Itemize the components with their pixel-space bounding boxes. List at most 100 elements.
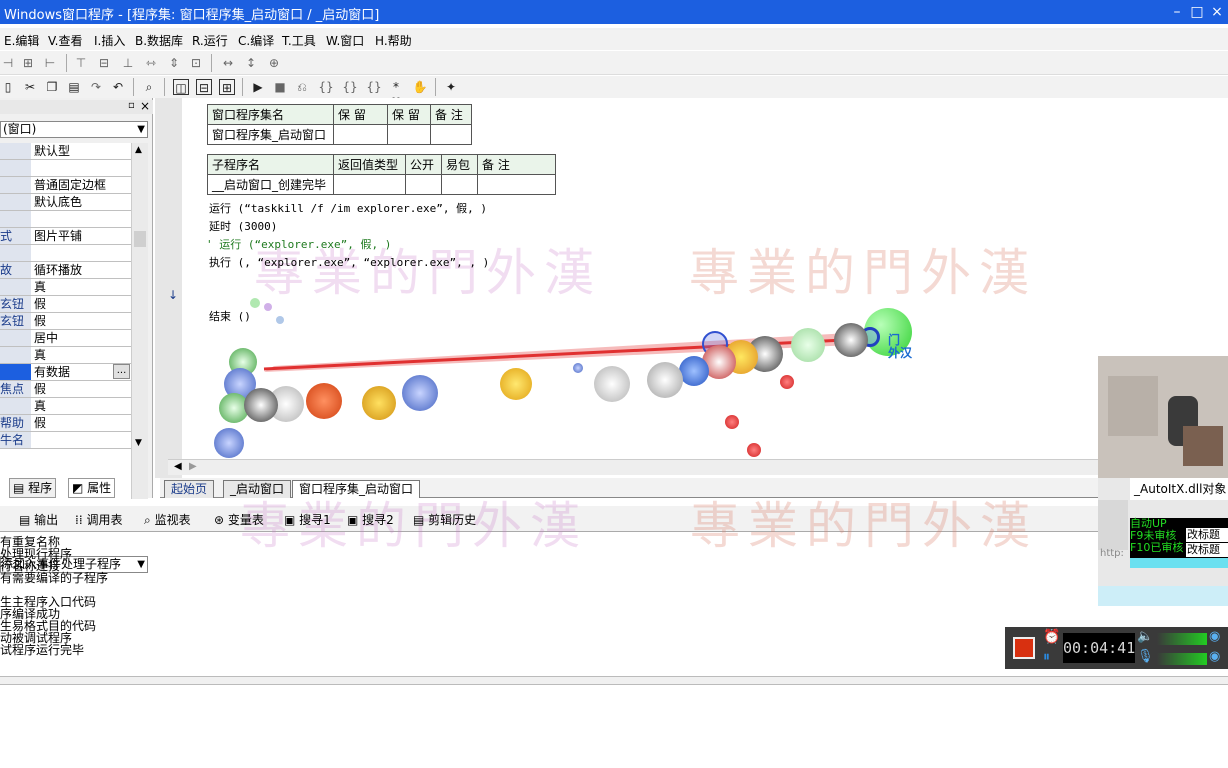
tab-properties[interactable]: ◩ 属性 xyxy=(68,478,116,498)
menu-view[interactable]: V.查看 xyxy=(48,32,82,49)
property-row-selected[interactable]: 有数据... xyxy=(0,364,131,381)
scroll-left-icon[interactable]: ◀ xyxy=(174,461,182,472)
rename-title-button[interactable]: 改标题 xyxy=(1186,543,1228,557)
code-editor[interactable]: 專業的門外漢 專業的門外漢 窗口程序集名 保 留 保 留 备 注 窗口程序集_启… xyxy=(184,98,1098,458)
tab-output[interactable]: ▤ 输出 xyxy=(19,511,58,528)
step-into-icon[interactable]: {} xyxy=(318,79,334,95)
step-icon[interactable]: ⎌ xyxy=(294,79,310,95)
menu-tools[interactable]: T.工具 xyxy=(282,32,316,49)
menu-database[interactable]: B.数据库 xyxy=(135,32,183,49)
editor-hscrollbar[interactable]: ◀ ▶ xyxy=(168,459,1098,475)
tab-start-page[interactable]: 起始页 xyxy=(164,480,215,498)
property-row[interactable]: 默认型 xyxy=(0,143,131,160)
align-middle-icon[interactable]: ⊟ xyxy=(96,55,112,71)
close-button[interactable]: × xyxy=(1208,3,1226,21)
tab-search1[interactable]: ▣ 搜寻1 xyxy=(284,511,331,528)
output-tabbar: 專業的門外漢 專業的門外漢 ▤ 输出 ⁞⁞ 调用表 ⌕ 监视表 ⊛ 变量表 ▣ … xyxy=(0,497,1228,555)
property-row[interactable]: 真 xyxy=(0,279,131,296)
speaker-icon[interactable]: 🔈 xyxy=(1137,629,1153,644)
object-select[interactable]: (窗口) ▼ xyxy=(0,121,148,138)
property-row[interactable]: 玄钮假 xyxy=(0,296,131,313)
property-row[interactable] xyxy=(0,211,131,228)
property-row[interactable]: 真 xyxy=(0,398,131,415)
property-row[interactable]: 焦点假 xyxy=(0,381,131,398)
property-row[interactable] xyxy=(0,245,131,262)
layout2-icon[interactable]: ⊟ xyxy=(196,79,212,95)
layout3-icon[interactable]: ⊞ xyxy=(219,79,235,95)
minimize-button[interactable]: – xyxy=(1168,3,1186,21)
stop-record-button[interactable] xyxy=(1013,637,1035,659)
cut-icon[interactable]: ✂ xyxy=(22,79,38,95)
camera-icon[interactable]: ◉ xyxy=(1209,629,1220,644)
menu-insert[interactable]: I.插入 xyxy=(94,32,125,49)
toolbar-separator xyxy=(133,78,134,96)
align-bottom-icon[interactable]: ⊥ xyxy=(120,55,136,71)
find-icon[interactable]: ⌕ xyxy=(141,79,157,95)
tab-program[interactable]: ▤ 程序 xyxy=(9,478,57,498)
property-row[interactable]: 帮助假 xyxy=(0,415,131,432)
copy-icon[interactable]: ❐ xyxy=(44,79,60,95)
same-height-icon[interactable]: ⇕ xyxy=(166,55,182,71)
property-row[interactable]: 玄钮假 xyxy=(0,313,131,330)
maximize-button[interactable]: □ xyxy=(1188,3,1206,21)
speaker-level[interactable] xyxy=(1157,633,1207,645)
property-row[interactable] xyxy=(0,160,131,177)
undo-icon[interactable]: ↶ xyxy=(110,79,126,95)
blue-ball xyxy=(214,428,244,458)
space-vertical-icon[interactable]: ↕ xyxy=(243,55,259,71)
dock-icon[interactable]: ▫ xyxy=(128,100,135,111)
property-row[interactable]: 居中 xyxy=(0,330,131,347)
pane-icon[interactable]: ▯ xyxy=(0,79,16,95)
align-top-icon[interactable]: ⊤ xyxy=(73,55,89,71)
property-row[interactable]: 牛名 xyxy=(0,432,131,449)
tab-clipboard-history[interactable]: ▤ 剪辑历史 xyxy=(413,511,476,528)
menu-compile[interactable]: C.编译 xyxy=(238,32,274,49)
menu-window[interactable]: W.窗口 xyxy=(326,32,364,49)
align-left-icon[interactable]: ⊣ xyxy=(0,55,16,71)
menu-edit[interactable]: E.编辑 xyxy=(4,32,39,49)
tab-watch[interactable]: ⌕ 监视表 xyxy=(144,511,191,528)
scroll-down-icon[interactable]: ▼ xyxy=(135,438,142,448)
same-width-icon[interactable]: ⇿ xyxy=(143,55,159,71)
tab-variables[interactable]: ⊛ 变量表 xyxy=(214,511,264,528)
alarm-icon[interactable]: ⏰ xyxy=(1043,629,1060,645)
chevron-down-icon[interactable]: ▼ xyxy=(137,122,145,137)
scroll-up-icon[interactable]: ▲ xyxy=(135,145,142,155)
status-bar xyxy=(0,676,1228,685)
property-row[interactable]: 默认底色 xyxy=(0,194,131,211)
scroll-thumb[interactable] xyxy=(134,231,146,247)
same-size-icon[interactable]: ⊡ xyxy=(188,55,204,71)
stop-icon[interactable]: ■ xyxy=(272,79,288,95)
run-icon[interactable]: ▶ xyxy=(250,79,266,95)
menu-help[interactable]: H.帮助 xyxy=(375,32,412,49)
tab-label: 剪辑历史 xyxy=(428,513,477,527)
breakpoint-icon[interactable]: *{} xyxy=(388,79,404,110)
layout1-icon[interactable]: ◫ xyxy=(173,79,189,95)
property-row[interactable]: 故循环播放 xyxy=(0,262,131,279)
scroll-right-icon[interactable]: ▶ xyxy=(189,461,197,472)
property-row[interactable]: 普通固定边框 xyxy=(0,177,131,194)
menu-run[interactable]: R.运行 xyxy=(192,32,228,49)
mic-level[interactable] xyxy=(1157,653,1207,665)
step-over-icon[interactable]: {} xyxy=(342,79,358,95)
close-panel-icon[interactable]: × xyxy=(140,99,150,113)
property-row[interactable]: 式图片平铺 xyxy=(0,228,131,245)
center-form-icon[interactable]: ⊕ xyxy=(266,55,282,71)
tab-call-stack[interactable]: ⁞⁞ 调用表 xyxy=(75,511,122,528)
rename-title-button[interactable]: 改标题 xyxy=(1186,528,1228,542)
redo-icon[interactable]: ↷ xyxy=(88,79,104,95)
property-row[interactable]: 真 xyxy=(0,347,131,364)
microphone-icon[interactable]: 🎙 xyxy=(1137,649,1154,664)
ellipsis-button[interactable]: ... xyxy=(113,364,130,379)
align-right-icon[interactable]: ⊢ xyxy=(42,55,58,71)
hand-icon[interactable]: ✋ xyxy=(412,79,428,95)
align-center-icon[interactable]: ⊞ xyxy=(20,55,36,71)
tab-search2[interactable]: ▣ 搜寻2 xyxy=(347,511,394,528)
space-horizontal-icon[interactable]: ↔ xyxy=(220,55,236,71)
pause-icon[interactable]: ⏸ xyxy=(1043,649,1050,665)
paste-icon[interactable]: ▤ xyxy=(66,79,82,95)
webcam-icon[interactable]: ◉ xyxy=(1209,649,1220,664)
step-out-icon[interactable]: {} xyxy=(366,79,382,95)
wizard-icon[interactable]: ✦ xyxy=(443,79,459,95)
property-scrollbar[interactable]: ▲ ▼ xyxy=(131,143,148,499)
